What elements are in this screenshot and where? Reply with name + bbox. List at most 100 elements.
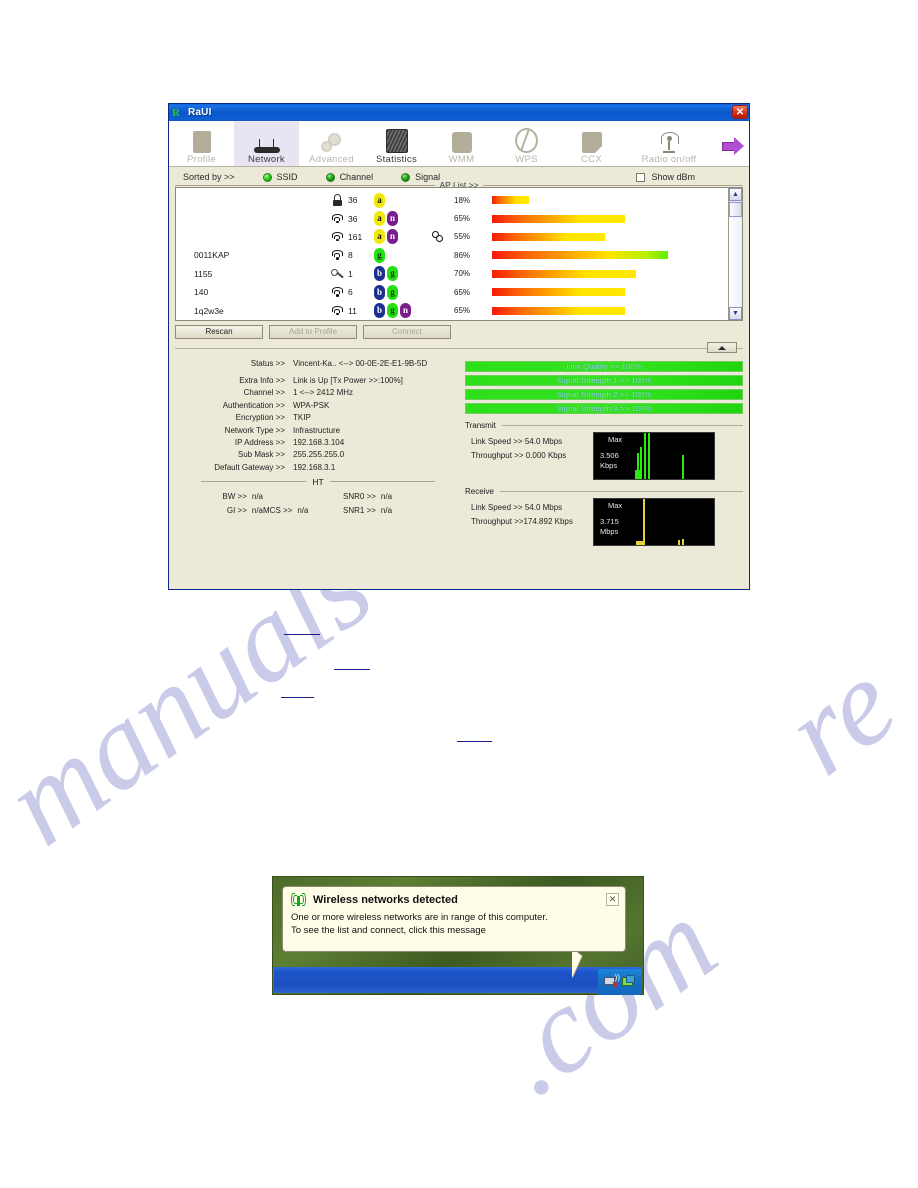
ap-band-badges: g — [374, 247, 432, 263]
ap-list-scrollbar[interactable]: ▲ ▼ — [728, 188, 742, 320]
status-row-default-gateway: Default Gateway >> 192.168.3.1 — [175, 463, 461, 472]
tab-network[interactable]: Network — [234, 121, 299, 166]
wifi-signal-icon — [331, 286, 343, 298]
receive-graph: Max 3.715 Mbps — [593, 498, 715, 546]
scroll-down-icon[interactable]: ▼ — [729, 307, 742, 320]
ap-list-row[interactable]: 1q2w3e 11 b g n 65% — [176, 301, 728, 319]
ap-band-badges: an — [374, 229, 432, 245]
wifi-signal-icon — [331, 213, 343, 225]
scroll-up-icon[interactable]: ▲ — [729, 188, 742, 201]
status-row-network-type: Network Type >> Infrastructure — [175, 426, 461, 435]
scrollbar-thumb[interactable] — [729, 202, 742, 217]
ap-list-row[interactable]: 36 a 18% — [176, 191, 728, 209]
wireless-adapter-icon[interactable] — [621, 975, 636, 989]
ht-snr1-value: n/a — [380, 505, 393, 515]
wifi-signal-icon — [331, 249, 343, 261]
system-tray[interactable]: )) ✕ — [598, 969, 642, 995]
tab-radio-on-off[interactable]: Radio on/off — [624, 121, 714, 166]
rescan-button[interactable]: Rescan — [175, 325, 263, 339]
ap-channel: 8 — [348, 250, 353, 261]
status-value: 1 <--> 2412 MHz — [293, 388, 354, 398]
ht-gi-value: n/a — [251, 505, 263, 515]
ccx-icon — [581, 129, 602, 153]
status-key: Encryption >> — [235, 413, 285, 423]
quality-bars: Link Quality >> 100% Signal Strength 1 >>… — [465, 361, 743, 414]
wmm-icon — [451, 129, 472, 153]
arrow-right-icon[interactable] — [716, 136, 744, 156]
wifi-signal-icon — [331, 231, 343, 243]
app-logo-icon: R — [172, 106, 180, 119]
ap-security-icon — [326, 267, 348, 280]
transmit-throughput: Throughput >> 0.000 Kbps — [471, 451, 567, 460]
network-disconnected-icon[interactable]: )) ✕ — [604, 974, 620, 990]
quality-bar-label: Signal Strength 3 >> 100% — [556, 404, 652, 413]
tab-label: WMM — [448, 154, 475, 165]
ht-gi-key: GI >> — [226, 505, 247, 515]
tab-profile[interactable]: Profile — [169, 121, 234, 166]
ap-channel: 36 — [348, 195, 358, 206]
scrollbar-track[interactable] — [729, 217, 742, 307]
quality-bar: Signal Strength 3 >> 100% — [465, 403, 743, 414]
tab-ccx[interactable]: CCX — [559, 121, 624, 166]
tab-advanced[interactable]: Advanced — [299, 121, 364, 166]
quality-bar-label: Signal Strength 2 >> 100% — [556, 390, 652, 399]
connect-button[interactable]: Connect — [363, 325, 451, 339]
ap-signal-bar-cell — [492, 288, 728, 297]
ht-snr1-key: SNR1 >> — [343, 505, 376, 515]
ap-signal-bar — [492, 196, 529, 205]
balloon-bubble[interactable]: Wireless networks detected ✕ One or more… — [282, 886, 626, 952]
ap-list-row[interactable]: 0011KAP 8 g 86% — [176, 246, 728, 264]
link-underline-1 — [284, 634, 320, 635]
ap-action-buttons: Rescan Add to Profile Connect — [169, 321, 749, 342]
ap-list-row[interactable]: 161 a n 55% — [176, 228, 728, 246]
wps-icon — [515, 128, 538, 153]
ap-signal-percent: 65% — [454, 214, 471, 224]
quality-bar: Signal Strength 2 >> 100% — [465, 389, 743, 400]
tab-wps[interactable]: WPS — [494, 121, 559, 166]
ht-snr0-key: SNR0 >> — [343, 491, 376, 501]
band-badge-a: a — [374, 192, 385, 208]
status-row-authentication: Authentication >> WPA-PSK — [175, 401, 461, 410]
ap-signal-bar — [492, 214, 625, 223]
status-row-ip-address: IP Address >> 192.168.3.104 — [175, 438, 461, 447]
add-to-profile-button[interactable]: Add to Profile — [269, 325, 357, 339]
ap-band-badges: an — [374, 211, 432, 227]
status-row-encryption: Encryption >> TKIP — [175, 413, 461, 422]
tab-label: Advanced — [309, 154, 354, 165]
receive-throughput: Throughput >>174.892 Kbps — [471, 517, 573, 526]
status-details: Status >> Vincent-Ka.. <--> 00-0E-2E-E1-… — [175, 359, 461, 546]
wireless-signal-icon — [291, 893, 307, 907]
ap-list-row[interactable]: 36 a n 65% — [176, 209, 728, 227]
wifi-signal-icon — [331, 305, 343, 317]
balloon-line-2: To see the list and connect, click this … — [291, 925, 486, 936]
transmit-section-label: Transmit — [465, 421, 496, 430]
status-value: Link is Up [Tx Power >>:100%] — [293, 376, 403, 385]
ap-signal-bar — [492, 306, 625, 315]
band-badge-b: b — [374, 303, 385, 319]
ap-ssid: 140 — [194, 287, 209, 298]
ap-security-icon — [326, 305, 348, 317]
ap-ssid: 1q2w3e — [194, 305, 224, 316]
close-button[interactable]: ✕ — [732, 105, 748, 119]
raui-window: R RaUI ✕ Profile Network Advanced Statis… — [168, 103, 750, 590]
status-key: Sub Mask >> — [237, 450, 285, 460]
ap-list-row[interactable]: 1155 1 b g 70% — [176, 265, 728, 283]
ap-band-badges: bg — [374, 266, 432, 282]
collapse-up-icon[interactable] — [707, 342, 737, 353]
ap-band-badges: a — [374, 192, 432, 208]
ap-list-row[interactable]: 140 6 b g 65% — [176, 283, 728, 301]
balloon-close-button[interactable]: ✕ — [606, 893, 619, 906]
window-title-bar: R RaUI ✕ — [169, 104, 749, 121]
band-badge-n: n — [387, 211, 398, 227]
router-icon — [253, 129, 280, 153]
tab-statistics[interactable]: Statistics — [364, 121, 429, 166]
quality-bar: Link Quality >> 100% — [465, 361, 743, 372]
ap-signal-bar-cell — [492, 196, 728, 205]
key-icon — [329, 267, 344, 280]
ap-channel: 36 — [348, 213, 358, 224]
ap-list[interactable]: 36 a 18% 36 a n 65% 161 a n 55% 0011KAP 8 g 86% 1155 1 b g… — [175, 187, 743, 321]
ap-security-icon — [326, 249, 348, 261]
transmit-graph-value: 3.506 — [600, 451, 619, 460]
balloon-title: Wireless networks detected — [313, 894, 458, 906]
tab-wmm[interactable]: WMM — [429, 121, 494, 166]
